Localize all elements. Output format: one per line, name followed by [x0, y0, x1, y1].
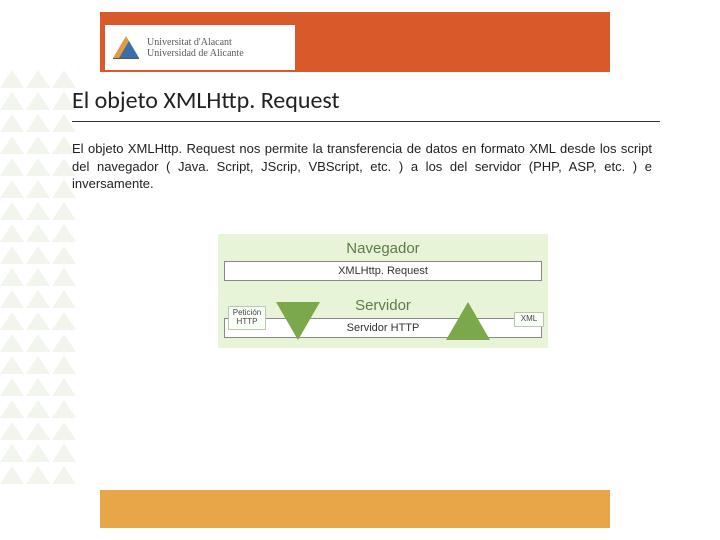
xhr-diagram: Navegador XMLHttp. Request Petición HTTP…: [218, 234, 548, 348]
arrow-up-icon: [446, 302, 490, 340]
browser-component: XMLHttp. Request: [224, 261, 542, 281]
slide-body: El objeto XMLHttp. Request nos permite l…: [72, 140, 652, 193]
arrows: [218, 296, 548, 346]
response-label-box: XML: [514, 312, 544, 327]
footer-accent-bar: [100, 490, 610, 528]
university-logo: Universitat d'Alacant Universidad de Ali…: [105, 25, 295, 70]
university-name: Universitat d'Alacant Universidad de Ali…: [147, 37, 244, 59]
browser-group: Navegador XMLHttp. Request: [218, 234, 548, 291]
title-rule: [72, 121, 660, 122]
arrow-down-icon: [276, 302, 320, 340]
university-name-ca: Universitat d'Alacant: [147, 37, 244, 48]
logo-icon: [111, 33, 141, 63]
slide-title: El objeto XMLHttp. Request: [72, 86, 652, 115]
university-name-es: Universidad de Alicante: [147, 48, 244, 59]
browser-label: Navegador: [224, 240, 542, 257]
